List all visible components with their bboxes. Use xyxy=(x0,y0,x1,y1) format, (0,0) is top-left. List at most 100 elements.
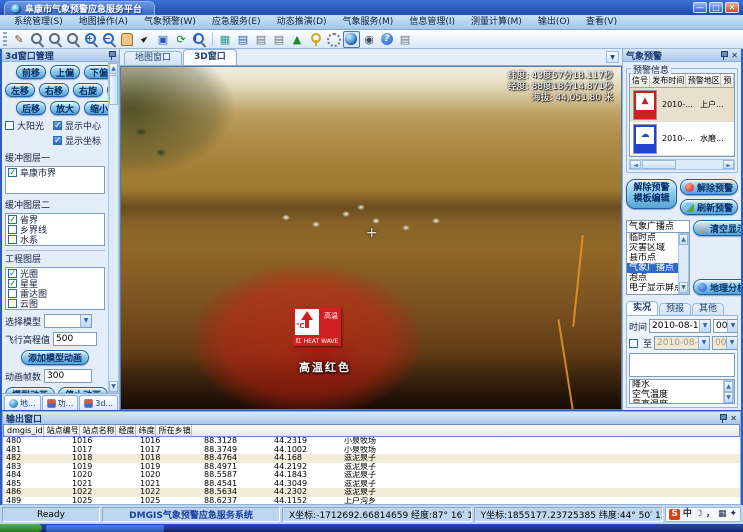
column-header[interactable]: 经度 xyxy=(116,425,136,436)
zoom-in-icon[interactable]: + xyxy=(83,31,100,48)
scroll-thumb[interactable] xyxy=(109,75,118,105)
date-to-select[interactable]: 2010-08-13▼ xyxy=(654,336,710,350)
scroll-right-icon[interactable]: ► xyxy=(723,160,734,169)
terrain-3d-viewport[interactable]: 纬度: 43度57分18.117秒 经度: 88度18分14.871秒 海拔: … xyxy=(120,66,622,410)
show-coords-checkbox[interactable]: ✓显示坐标 xyxy=(53,134,101,147)
menu-item[interactable]: 查看(V) xyxy=(578,15,625,29)
zoom-out-icon[interactable]: − xyxy=(101,31,118,48)
table-row[interactable]: 484 1020 1020 88.5587 44.1843 滋泥泉子 xyxy=(3,471,740,480)
minimize-button[interactable]: — xyxy=(693,2,707,13)
chinese-mode-icon[interactable]: 中 xyxy=(683,509,692,520)
doc-icon[interactable]: ▤ xyxy=(397,31,414,48)
add-model-animation-button[interactable]: 添加模型动画 xyxy=(21,350,89,365)
quick-print-icon[interactable]: ▤ xyxy=(271,31,288,48)
heat-wave-warning-icon[interactable]: ℃ 高温 红 HEAT WAVE xyxy=(293,307,341,347)
menu-item[interactable]: 应急服务(E) xyxy=(204,15,269,29)
table-row[interactable]: 489 1025 1025 88.6237 44.1152 上户沟乡 xyxy=(3,497,740,505)
warning-row-rain[interactable]: ☁ 2010-... 水磨... xyxy=(630,122,734,156)
close-button[interactable]: ✕ xyxy=(725,2,739,13)
scroll-up-icon[interactable]: ▲ xyxy=(724,381,733,392)
nav-button[interactable]: 右旋 xyxy=(73,83,103,97)
element-vscrollbar[interactable]: ▲ ▼ xyxy=(723,380,734,403)
menu-item[interactable]: 信息管理(I) xyxy=(401,15,463,29)
nav-button[interactable]: 前移 xyxy=(16,65,46,79)
weather-element-item[interactable]: 降水 xyxy=(630,380,723,390)
menu-item[interactable]: 地图操作(A) xyxy=(71,15,136,29)
help-icon[interactable]: ? xyxy=(379,31,396,48)
nav-button[interactable]: 放大 xyxy=(50,101,80,115)
menu-item[interactable]: 气象预警(W) xyxy=(136,15,204,29)
chevron-down-icon[interactable]: ▼ xyxy=(80,315,91,327)
weather-element-item[interactable]: 最高温度 xyxy=(630,400,723,403)
broadcast-list-item[interactable]: 灾害区域 xyxy=(627,243,678,253)
column-header[interactable]: 所在乡镇 xyxy=(156,425,192,436)
light-key-icon[interactable] xyxy=(307,31,324,48)
model-select[interactable]: ▼ xyxy=(44,314,92,328)
element-filter-box[interactable] xyxy=(629,353,735,377)
nav-button[interactable]: 右移 xyxy=(39,83,69,97)
column-header[interactable]: 站点名称 xyxy=(80,425,116,436)
globe-3d-icon[interactable] xyxy=(343,31,360,48)
hour-select[interactable]: 00▼ xyxy=(713,319,738,333)
nav-button[interactable]: 上偏 xyxy=(50,65,80,79)
column-header[interactable]: dmgis_id xyxy=(4,425,44,436)
menu-item[interactable]: 输出(O) xyxy=(530,15,578,29)
menu-item[interactable]: 测量计算(M) xyxy=(463,15,530,29)
to-date-checkbox[interactable] xyxy=(629,339,638,348)
export-image-icon[interactable]: ▤ xyxy=(235,31,252,48)
table-row[interactable]: 485 1021 1021 88.4541 44.3049 滋泥泉子 xyxy=(3,480,740,489)
refresh-warning-button[interactable]: 刷新预警 xyxy=(680,199,738,215)
broadcast-list-item[interactable]: 气象广播点 xyxy=(627,263,678,273)
zoom-pointer-icon[interactable] xyxy=(47,31,64,48)
warning-hscrollbar[interactable]: ◄ ► xyxy=(629,159,735,170)
column-header[interactable]: 纬度 xyxy=(136,425,156,436)
pin-icon[interactable] xyxy=(719,414,727,423)
zoom-box-icon[interactable] xyxy=(65,31,82,48)
broadcast-list-item[interactable]: 县市点 xyxy=(627,253,678,263)
column-header[interactable]: 站点编号 xyxy=(44,425,80,436)
start-button-sliver[interactable] xyxy=(0,524,42,532)
wrench-icon[interactable]: ✦ xyxy=(729,509,737,520)
eye-icon[interactable]: ◉ xyxy=(361,31,378,48)
warning-row-heat[interactable]: ▲ 2010-... 上户... xyxy=(630,88,734,122)
tab-list-chevron-icon[interactable]: ▼ xyxy=(606,51,619,63)
stop-animation-button[interactable]: 停止动画 xyxy=(58,387,108,393)
scroll-down-icon[interactable]: ▼ xyxy=(679,282,688,293)
table-row[interactable]: 480 1016 1016 88.3128 44.2319 小泉牧场 xyxy=(3,437,740,446)
chevron-down-icon[interactable]: ▼ xyxy=(727,320,738,332)
tab-3d-window[interactable]: 3D窗口 xyxy=(183,49,237,65)
menu-item[interactable]: 系统管理(S) xyxy=(6,15,71,29)
punctuation-icon[interactable]: ， xyxy=(706,509,715,520)
table-row[interactable]: 481 1017 1017 88.3749 44.1002 小泉牧场 xyxy=(3,446,740,455)
separator[interactable] xyxy=(209,31,216,48)
chevron-down-icon[interactable]: ▼ xyxy=(726,337,737,349)
zoom-window-icon[interactable] xyxy=(29,31,46,48)
show-center-checkbox[interactable]: ✓显示中心 xyxy=(53,119,101,132)
menu-item[interactable]: 气象服务(M) xyxy=(335,15,402,29)
weather-tab[interactable]: 预报 xyxy=(659,303,691,315)
moon-icon[interactable]: ☽ xyxy=(695,509,703,520)
toolbar-grip[interactable] xyxy=(3,32,7,47)
maximize-button[interactable]: □ xyxy=(709,2,723,13)
identify-icon[interactable]: i xyxy=(191,31,208,48)
geo-analysis-button[interactable]: 地理分析 xyxy=(693,279,741,295)
pin-icon[interactable] xyxy=(720,51,728,60)
cancel-warning-template-edit-button[interactable]: 解除预警模板编辑 xyxy=(626,179,677,209)
app-title-tab[interactable]: 阜康市气象预警应急服务平台 xyxy=(4,1,155,15)
scroll-left-icon[interactable]: ◄ xyxy=(630,160,641,169)
warning-column-header[interactable]: 预警地区 xyxy=(686,74,722,87)
layer-item[interactable]: ✓阜康市界 xyxy=(6,167,104,177)
broadcast-list-item[interactable]: 泡点 xyxy=(627,273,678,283)
close-output-icon[interactable]: ✕ xyxy=(730,414,737,423)
scroll-up-icon[interactable]: ▲ xyxy=(679,234,688,245)
panel-tab[interactable]: 地... xyxy=(4,395,41,410)
scroll-thumb[interactable] xyxy=(642,160,676,169)
left-vscrollbar[interactable]: ▲ ▼ xyxy=(108,62,119,393)
green-marker-icon[interactable]: ▲ xyxy=(289,31,306,48)
select-arrow-icon[interactable]: ► xyxy=(137,31,154,48)
tab-map-window[interactable]: 地图窗口 xyxy=(124,51,182,65)
measure-icon[interactable]: ✎ xyxy=(11,31,28,48)
scroll-down-icon[interactable]: ▼ xyxy=(724,392,733,403)
date-select[interactable]: 2010-08-13▼ xyxy=(649,319,711,333)
frame-count-input[interactable] xyxy=(44,369,92,383)
